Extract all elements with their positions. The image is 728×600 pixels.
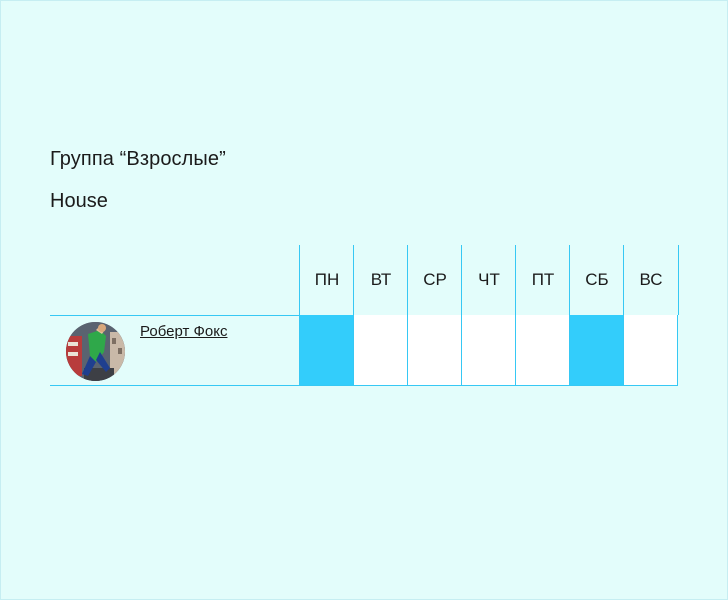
day-header-thu: ЧТ [461, 245, 516, 315]
day-header-fri: ПТ [515, 245, 570, 315]
day-header-mon: ПН [299, 245, 354, 315]
avatar [66, 322, 125, 381]
student-name-link[interactable]: Роберт Фокс [140, 323, 227, 340]
schedule-header-row: ПН ВТ СР ЧТ ПТ СБ ВС [50, 245, 679, 316]
schedule-table: ПН ВТ СР ЧТ ПТ СБ ВС Роберт Фокс [50, 245, 679, 386]
day-header-sat: СБ [569, 245, 624, 315]
attendance-cell-sat[interactable] [569, 315, 623, 385]
day-header-tue: ВТ [353, 245, 408, 315]
attendance-cell-fri[interactable] [515, 315, 569, 385]
group-title: Группа “Взрослые” [50, 148, 226, 170]
table-row: Роберт Фокс [50, 315, 678, 386]
attendance-cell-mon[interactable] [299, 315, 353, 385]
dance-style-title: House [50, 190, 108, 212]
day-header-sun: ВС [623, 245, 679, 315]
attendance-cell-sun[interactable] [623, 315, 678, 385]
avatar-photo-icon [66, 322, 125, 381]
attendance-cell-thu[interactable] [461, 315, 515, 385]
attendance-cell-wed[interactable] [407, 315, 461, 385]
day-header-wed: СР [407, 245, 462, 315]
attendance-cell-tue[interactable] [353, 315, 407, 385]
